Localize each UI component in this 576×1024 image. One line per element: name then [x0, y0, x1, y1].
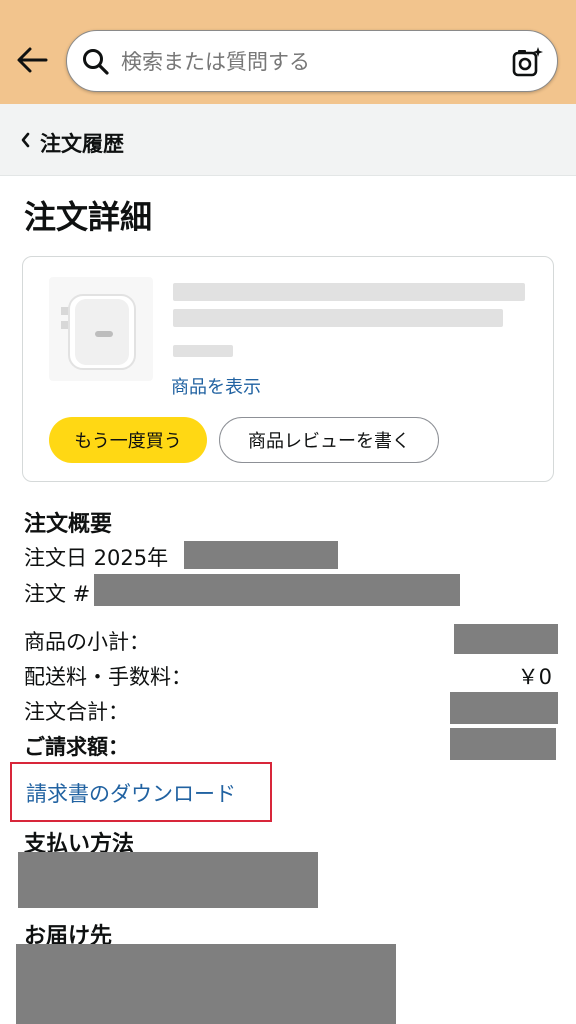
search-icon: [83, 49, 109, 75]
shipping-fee-value: ￥0: [517, 665, 552, 689]
order-total-redacted: [450, 692, 558, 724]
billed-amount-redacted: [450, 728, 556, 760]
search-box[interactable]: [66, 30, 558, 92]
page-title: 注文詳細: [24, 198, 153, 236]
search-input[interactable]: [121, 45, 491, 79]
order-total-label: 注文合計：: [24, 700, 129, 724]
order-summary-title: 注文概要: [24, 512, 113, 537]
invoice-download-link[interactable]: 請求書のダウンロード: [26, 778, 236, 808]
back-arrow-icon: [17, 47, 48, 73]
product-detail-redacted: [173, 345, 233, 357]
order-date-label: 注文日 2025年: [24, 546, 169, 570]
product-name-redacted: [173, 283, 525, 301]
buy-again-button[interactable]: もう一度買う: [49, 417, 207, 463]
breadcrumb-order-history[interactable]: 注文履歴: [40, 128, 124, 158]
order-number-redacted: [94, 574, 460, 606]
invoice-highlight-box: 請求書のダウンロード: [10, 762, 272, 822]
subtotal-label: 商品の小計：: [24, 630, 150, 654]
payment-method-redacted: [18, 852, 318, 908]
order-date-redacted: [184, 541, 338, 569]
product-card: 商品を表示 もう一度買う 商品レビューを書く: [22, 256, 554, 482]
product-name-redacted: [173, 309, 503, 327]
order-number-label: 注文 #: [24, 582, 91, 606]
top-header: [0, 0, 576, 104]
charger-image: [61, 294, 136, 370]
shipping-address-redacted: [16, 944, 396, 1024]
view-product-link[interactable]: 商品を表示: [171, 373, 261, 399]
write-review-button[interactable]: 商品レビューを書く: [219, 417, 439, 463]
camera-search-icon[interactable]: [511, 45, 545, 79]
product-image[interactable]: [49, 277, 153, 381]
subtotal-value-redacted: [454, 624, 558, 654]
billed-amount-label: ご請求額：: [24, 735, 129, 759]
back-button[interactable]: [14, 42, 50, 78]
breadcrumb[interactable]: 注文履歴: [0, 104, 576, 176]
chevron-left-icon: [21, 132, 30, 148]
shipping-fee-label: 配送料・手数料：: [24, 665, 192, 689]
